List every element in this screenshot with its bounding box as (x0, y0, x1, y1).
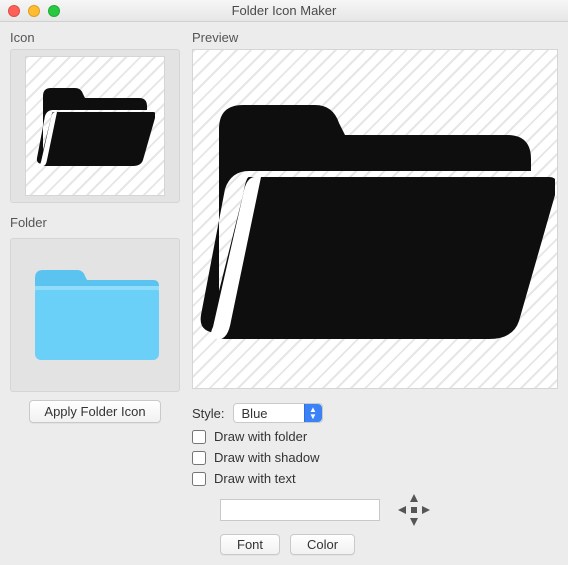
icon-section-label: Icon (10, 30, 180, 45)
folder-well[interactable] (10, 238, 180, 392)
style-select-value: Blue (242, 406, 268, 421)
preview-section-label: Preview (192, 30, 558, 45)
style-label: Style: (192, 406, 225, 421)
draw-with-text-checkbox[interactable] (192, 472, 206, 486)
open-folder-icon (35, 76, 155, 176)
draw-with-shadow-label: Draw with shadow (214, 450, 320, 465)
draw-with-folder-label: Draw with folder (214, 429, 307, 444)
folder-section-label: Folder (10, 215, 180, 230)
draw-with-text-label: Draw with text (214, 471, 296, 486)
titlebar: Folder Icon Maker (0, 0, 568, 22)
color-button[interactable]: Color (290, 534, 355, 555)
window-title: Folder Icon Maker (0, 3, 568, 18)
icon-canvas (25, 56, 165, 196)
apply-folder-icon-button[interactable]: Apply Folder Icon (29, 400, 160, 423)
preview-canvas (192, 49, 558, 389)
chevron-updown-icon: ▲▼ (304, 404, 322, 422)
font-button[interactable]: Font (220, 534, 280, 555)
move-icon[interactable] (396, 492, 432, 528)
style-select[interactable]: Blue ▲▼ (233, 403, 323, 423)
draw-with-folder-checkbox[interactable] (192, 430, 206, 444)
text-input[interactable] (220, 499, 380, 521)
draw-with-shadow-checkbox[interactable] (192, 451, 206, 465)
icon-well[interactable] (10, 49, 180, 203)
open-folder-icon (195, 69, 555, 369)
mac-folder-icon (25, 260, 165, 370)
